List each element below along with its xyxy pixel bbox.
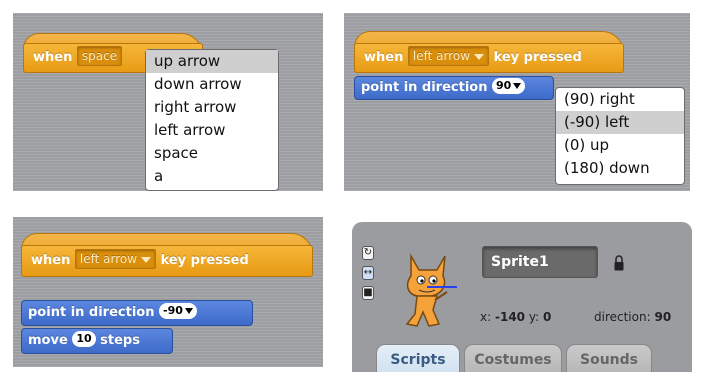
key-dropdown[interactable]: left arrow <box>407 46 490 66</box>
tab-scripts[interactable]: Scripts <box>376 344 460 372</box>
key-pressed-label: key pressed <box>493 50 582 65</box>
when-key-pressed-block[interactable]: when left arrow key pressed <box>354 43 624 73</box>
tab-costumes[interactable]: Costumes <box>464 344 562 372</box>
direction-value: -90 <box>163 304 183 317</box>
menu-item[interactable]: left arrow <box>146 119 278 142</box>
script-area-panel-2: when left arrow key pressed point in dir… <box>344 13 690 191</box>
menu-item[interactable]: right arrow <box>146 96 278 119</box>
chevron-down-icon <box>184 308 193 314</box>
menu-item[interactable]: (0) up <box>556 134 684 157</box>
rotate-icon[interactable]: ↻ <box>362 246 374 260</box>
sprite-position: x: -140 y: 0 <box>480 310 551 324</box>
key-dropdown-value: space <box>81 49 118 63</box>
direction-value: 90 <box>654 310 672 324</box>
when-label: when <box>31 253 71 268</box>
menu-item[interactable]: space <box>146 142 278 165</box>
y-label: y: <box>528 310 540 324</box>
point-in-direction-block[interactable]: point in direction 90 <box>354 76 554 100</box>
key-dropdown[interactable]: left arrow <box>74 249 157 269</box>
menu-item[interactable]: up arrow <box>146 50 278 73</box>
left-right-icon[interactable]: ↔ <box>362 266 374 280</box>
sprite-name-field[interactable]: Sprite1 <box>482 246 598 278</box>
move-steps-block[interactable]: move 10 steps <box>21 328 173 354</box>
cat-sprite-icon <box>405 253 457 327</box>
key-pressed-label: key pressed <box>160 253 249 268</box>
sprite-info-panel: ↻ ↔ ■ Sprite1 x: -140 y: 0 direction: 90… <box>352 222 692 372</box>
when-label: when <box>364 50 404 65</box>
sprite-direction: direction: 90 <box>594 310 671 324</box>
menu-item[interactable]: a <box>146 165 278 188</box>
steps-value: 10 <box>76 332 92 345</box>
point-in-direction-block[interactable]: point in direction -90 <box>21 300 253 326</box>
chevron-down-icon <box>513 83 522 89</box>
key-dropdown-value: left arrow <box>79 252 138 266</box>
chevron-down-icon <box>141 256 152 263</box>
menu-item[interactable]: down arrow <box>146 73 278 96</box>
tab-label: Costumes <box>474 352 552 368</box>
x-value: -140 <box>494 310 526 324</box>
move-label: move <box>28 333 68 348</box>
lock-icon[interactable] <box>614 255 624 271</box>
direction-dropdown[interactable]: 90 <box>492 78 526 94</box>
key-dropdown[interactable]: space <box>76 46 123 66</box>
script-area-panel-3: when left arrow key pressed point in dir… <box>13 217 323 367</box>
menu-item[interactable]: (180) down <box>556 157 684 180</box>
key-dropdown-menu: up arrow down arrow right arrow left arr… <box>145 49 279 191</box>
when-label: when <box>33 50 73 65</box>
steps-label: steps <box>100 333 140 348</box>
y-value: 0 <box>542 310 552 324</box>
when-key-pressed-block[interactable]: when left arrow key pressed <box>21 245 313 277</box>
dont-rotate-icon[interactable]: ■ <box>362 286 374 300</box>
direction-value: 90 <box>496 79 512 92</box>
script-area-panel-1: when space up arrow down arrow right arr… <box>13 13 323 191</box>
tab-label: Sounds <box>580 352 638 368</box>
direction-label: direction: <box>594 310 651 324</box>
direction-dropdown[interactable]: -90 <box>159 303 197 319</box>
chevron-down-icon <box>474 53 485 60</box>
key-dropdown-value: left arrow <box>412 49 471 63</box>
sprite-name-value: Sprite1 <box>491 254 549 270</box>
menu-item[interactable]: (90) right <box>556 88 684 111</box>
menu-item[interactable]: (-90) left <box>556 111 684 134</box>
tab-label: Scripts <box>390 352 446 368</box>
steps-input[interactable]: 10 <box>72 331 96 347</box>
direction-dropdown-menu: (90) right (-90) left (0) up (180) down <box>555 87 685 185</box>
tab-sounds[interactable]: Sounds <box>566 344 652 372</box>
point-in-direction-label: point in direction <box>361 80 488 95</box>
x-label: x: <box>480 310 492 324</box>
point-in-direction-label: point in direction <box>28 305 155 320</box>
